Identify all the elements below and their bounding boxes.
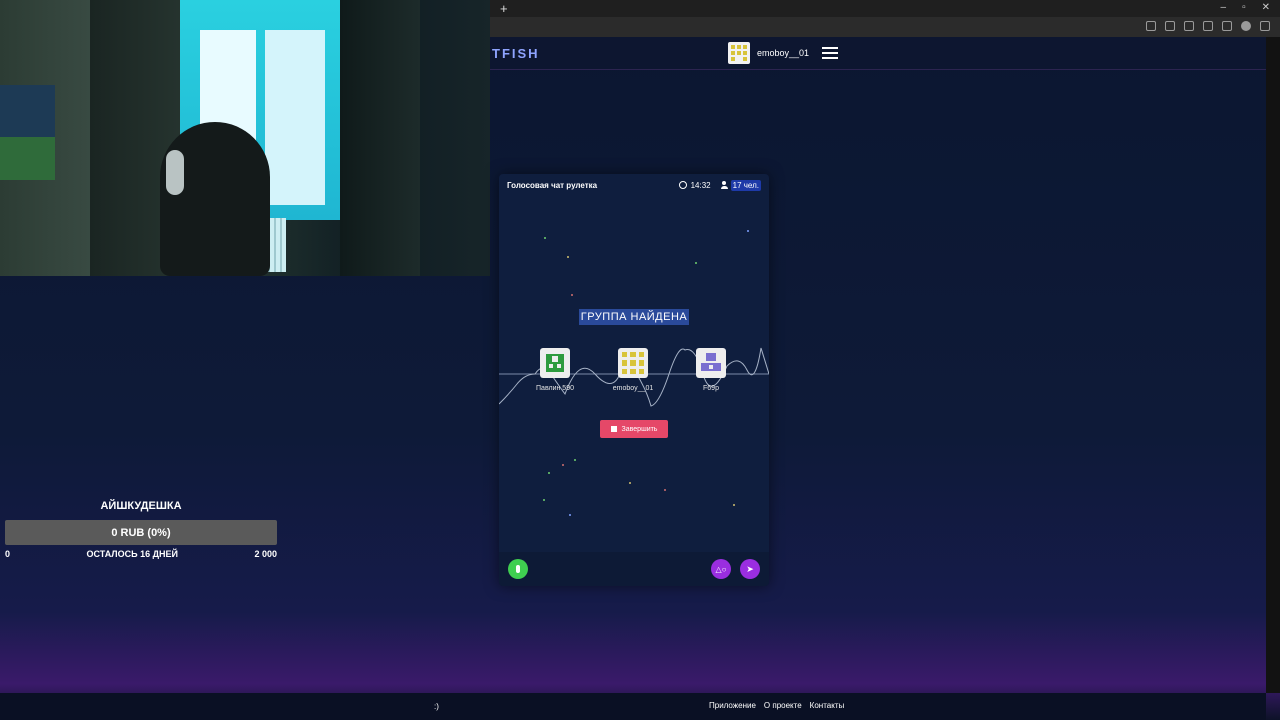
clock-icon — [678, 181, 687, 189]
end-call-label: Завершить — [621, 425, 658, 433]
member-avatar[interactable] — [540, 348, 570, 378]
pixel-avatar-icon — [731, 45, 747, 61]
end-call-button[interactable]: Завершить — [600, 420, 668, 438]
stop-icon — [610, 426, 617, 432]
voice-chat-card: Голосовая чат рулетка 14:32 17 чел. ГРУП… — [499, 174, 769, 586]
donation-amount: 0 RUB (0%) — [111, 526, 171, 539]
footer-link-about[interactable]: О проекте — [764, 701, 802, 710]
user-icon — [720, 181, 728, 189]
extension-icon[interactable] — [1184, 21, 1194, 31]
star-dot — [629, 482, 631, 484]
site-logo[interactable]: TFISH — [492, 46, 540, 61]
site-footer: :) Приложение О проекте Контакты — [0, 693, 1266, 720]
maximize-button[interactable]: ▫ — [1242, 2, 1246, 13]
star-dot — [747, 230, 749, 232]
games-button[interactable]: △○ — [711, 559, 731, 579]
footer-links: Приложение О проекте Контакты — [709, 701, 844, 710]
footer-smile: :) — [434, 702, 439, 711]
member-name: F69p — [703, 385, 719, 392]
star-dot — [574, 459, 576, 461]
browser-addressbar — [490, 17, 1280, 37]
member-card[interactable]: F69p — [676, 348, 746, 392]
member-avatar[interactable] — [618, 348, 648, 378]
member-card[interactable]: Павлин 590 — [520, 348, 590, 392]
pixel-avatar-icon — [701, 353, 721, 371]
chat-title: Голосовая чат рулетка — [507, 180, 598, 190]
star-dot — [562, 464, 564, 466]
site-header: TFISH emoboy__01 — [490, 37, 1266, 70]
footer-link-app[interactable]: Приложение — [709, 701, 756, 710]
star-dot — [664, 489, 666, 491]
donation-progress-bar: 0 RUB (0%) — [5, 520, 277, 545]
star-dot — [695, 262, 697, 264]
gamepad-icon: △○ — [715, 564, 727, 574]
star-dot — [543, 499, 545, 501]
donation-remaining: ОСТАЛОСЬ 16 ДНЕЙ — [86, 549, 178, 559]
send-button[interactable]: ➤ — [740, 559, 760, 579]
close-window-button[interactable]: ✕ — [1262, 2, 1270, 13]
footer-link-contacts[interactable]: Контакты — [810, 701, 845, 710]
member-card[interactable]: emoboy__01 — [598, 348, 668, 392]
profile-avatar-icon[interactable] — [1241, 21, 1251, 31]
star-dot — [567, 256, 569, 258]
group-found-status: ГРУППА НАЙДЕНА — [499, 307, 769, 325]
bookmark-star-icon[interactable] — [1165, 21, 1175, 31]
star-dot — [548, 472, 550, 474]
member-name: Павлин 590 — [536, 385, 574, 392]
new-tab-button[interactable]: + — [500, 1, 508, 16]
online-count: 17 чел. — [720, 179, 761, 191]
star-dot — [733, 504, 735, 506]
timer: 14:32 — [678, 180, 711, 190]
donation-min: 0 — [5, 549, 11, 559]
member-avatar[interactable] — [696, 348, 726, 378]
send-icon: ➤ — [746, 563, 754, 574]
webcam-overlay — [0, 0, 490, 276]
username: emoboy__01 — [757, 48, 810, 58]
minimize-button[interactable]: – — [1221, 2, 1227, 13]
donation-goal-widget: АЙШКУДЕШКА 0 RUB (0%) 0 ОСТАЛОСЬ 16 ДНЕЙ… — [5, 500, 277, 559]
donation-max: 2 000 — [254, 549, 277, 559]
pixel-avatar-icon — [546, 354, 564, 372]
user-avatar[interactable] — [728, 42, 750, 64]
streamer-silhouette — [160, 122, 270, 276]
curtain-right — [340, 0, 420, 276]
card-header: Голосовая чат рулетка 14:32 17 чел. — [499, 174, 769, 196]
browser-tabbar: + – ▫ ✕ — [490, 0, 1280, 17]
pixel-avatar-icon — [622, 352, 644, 374]
extensions-puzzle-icon[interactable] — [1203, 21, 1213, 31]
card-footer: △○ ➤ — [499, 552, 769, 586]
wall-flag — [0, 85, 55, 180]
page-scrollbar[interactable] — [1266, 37, 1280, 693]
star-dot — [569, 514, 571, 516]
bookmarks-icon[interactable] — [1222, 21, 1232, 31]
install-app-icon[interactable] — [1146, 21, 1156, 31]
hamburger-menu-icon[interactable] — [822, 47, 839, 59]
toolbar-icons — [1146, 21, 1270, 31]
star-dot — [544, 237, 546, 239]
group-found-label: ГРУППА НАЙДЕНА — [578, 309, 690, 325]
online-count-value: 17 чел. — [730, 179, 761, 191]
microphone-icon — [516, 565, 520, 573]
timer-value: 14:32 — [690, 180, 711, 190]
microphone-button[interactable] — [508, 559, 528, 579]
window-controls: – ▫ ✕ — [1221, 2, 1271, 13]
member-name: emoboy__01 — [612, 385, 654, 392]
donation-title: АЙШКУДЕШКА — [100, 500, 182, 512]
donation-meta: 0 ОСТАЛОСЬ 16 ДНЕЙ 2 000 — [5, 549, 277, 559]
user-chip[interactable]: emoboy__01 — [728, 42, 839, 64]
star-dot — [571, 294, 573, 296]
menu-dots-icon[interactable] — [1260, 21, 1270, 31]
headset — [166, 150, 184, 195]
